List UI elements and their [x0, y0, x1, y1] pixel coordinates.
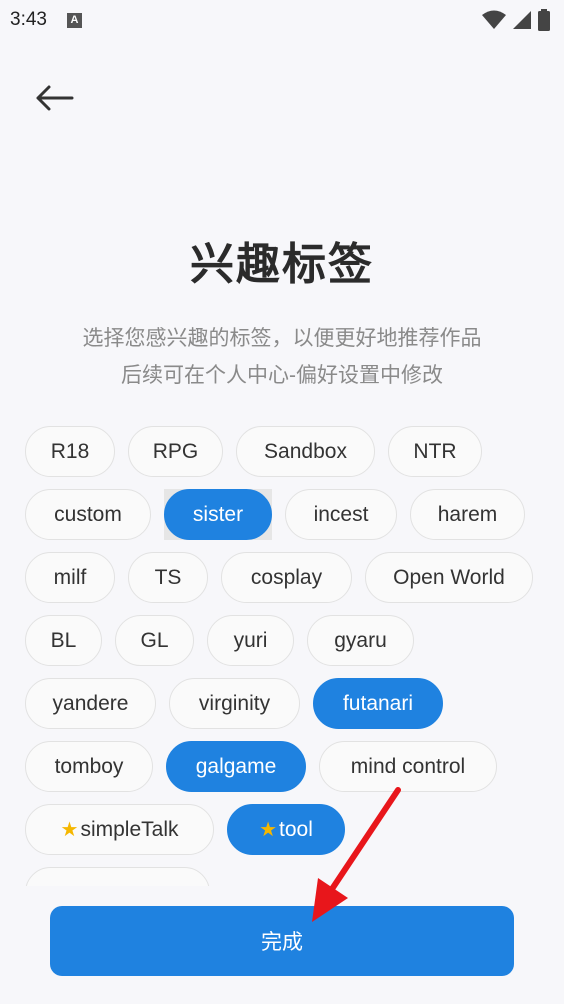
tag-row: ★ simpleTalk ★ tool	[25, 804, 540, 855]
tag-row: custom sister incest harem	[25, 489, 540, 540]
status-icons	[482, 9, 550, 31]
back-button[interactable]	[30, 78, 78, 118]
tag-harem[interactable]: harem	[410, 489, 525, 540]
battery-icon	[538, 9, 550, 31]
tag-tomboy[interactable]: tomboy	[25, 741, 153, 792]
tag-tool[interactable]: ★ tool	[227, 804, 345, 855]
tag-simpletalk[interactable]: ★ simpleTalk	[25, 804, 214, 855]
tag-ntr[interactable]: NTR	[388, 426, 482, 477]
tag-row: yandere virginity futanari	[25, 678, 540, 729]
tag-cosplay[interactable]: cosplay	[221, 552, 352, 603]
tag-custom[interactable]: custom	[25, 489, 151, 540]
star-icon: ★	[60, 819, 79, 841]
signal-icon	[513, 11, 531, 29]
tag-gyaru[interactable]: gyaru	[307, 615, 414, 666]
tag-bl[interactable]: BL	[25, 615, 102, 666]
page-title: 兴趣标签	[190, 240, 374, 289]
tag-simpletalk-label: simpleTalk	[80, 817, 179, 841]
tag-futanari[interactable]: futanari	[313, 678, 443, 729]
tag-incest[interactable]: incest	[285, 489, 397, 540]
tag-r18[interactable]: R18	[25, 426, 115, 477]
tag-yandere[interactable]: yandere	[25, 678, 156, 729]
page-subtitle: 选择您感兴趣的标签，以便更好地推荐作品 后续可在个人中心-偏好设置中修改	[0, 320, 564, 394]
subtitle-line-1: 选择您感兴趣的标签，以便更好地推荐作品	[82, 327, 482, 350]
tag-galgame[interactable]: galgame	[166, 741, 306, 792]
status-time: 3:43	[10, 9, 47, 30]
tag-milf[interactable]: milf	[25, 552, 115, 603]
tag-sister[interactable]: sister	[164, 489, 272, 540]
tag-highlight: sister	[164, 489, 272, 540]
tag-mind-control[interactable]: mind control	[319, 741, 497, 792]
tag-ts[interactable]: TS	[128, 552, 208, 603]
tag-sandbox[interactable]: Sandbox	[236, 426, 375, 477]
wifi-icon	[482, 10, 506, 29]
done-button[interactable]: 完成	[50, 906, 514, 976]
tag-open-world[interactable]: Open World	[365, 552, 533, 603]
tag-row: BL GL yuri gyaru	[25, 615, 540, 666]
tag-row: tomboy galgame mind control	[25, 741, 540, 792]
tag-row: milf TS cosplay Open World	[25, 552, 540, 603]
tag-yuri[interactable]: yuri	[207, 615, 294, 666]
tag-row: R18 RPG Sandbox NTR	[25, 426, 540, 477]
subtitle-line-2: 后续可在个人中心-偏好设置中修改	[121, 364, 443, 387]
status-bar: 3:43 A	[0, 0, 564, 40]
star-icon: ★	[259, 819, 278, 841]
tag-gl[interactable]: GL	[115, 615, 194, 666]
tag-list: R18 RPG Sandbox NTR custom sister incest…	[25, 426, 540, 886]
tag-tool-label: tool	[279, 817, 313, 841]
arrow-left-icon	[36, 85, 74, 111]
tag-row	[25, 867, 540, 886]
tag-virginity[interactable]: virginity	[169, 678, 300, 729]
tag-rpg[interactable]: RPG	[128, 426, 223, 477]
tag-partially-hidden[interactable]	[25, 867, 210, 886]
accessibility-badge-icon: A	[66, 12, 82, 28]
